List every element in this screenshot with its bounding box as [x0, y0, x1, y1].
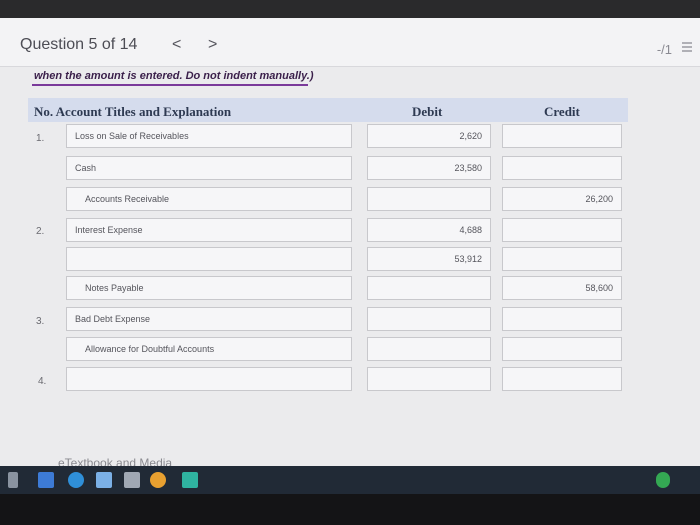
account-input[interactable]: Allowance for Doubtful Accounts: [66, 337, 352, 361]
entry-number: 1.: [36, 133, 45, 144]
debit-input[interactable]: [367, 187, 491, 211]
dropbox-icon[interactable]: [38, 472, 54, 488]
credit-input[interactable]: 26,200: [502, 187, 622, 211]
monitor-top-bezel: [0, 0, 700, 18]
instruction-text: when the amount is entered. Do not inden…: [34, 70, 314, 82]
credit-input[interactable]: [502, 218, 622, 242]
debit-input[interactable]: [367, 337, 491, 361]
account-input[interactable]: Cash: [66, 156, 352, 180]
table-header: No. Account Titles and Explanation Debit…: [28, 98, 628, 122]
debit-input[interactable]: [367, 276, 491, 300]
previous-question-icon[interactable]: <: [172, 36, 181, 54]
entry-number: 3.: [36, 316, 45, 327]
credit-input[interactable]: [502, 156, 622, 180]
debit-input[interactable]: 53,912: [367, 247, 491, 271]
debit-input[interactable]: [367, 367, 491, 391]
taskbar: [0, 466, 700, 494]
store-icon[interactable]: [124, 472, 140, 488]
credit-input[interactable]: [502, 247, 622, 271]
credit-input[interactable]: 58,600: [502, 276, 622, 300]
edge-icon[interactable]: [68, 472, 84, 488]
credit-input[interactable]: [502, 124, 622, 148]
start-icon[interactable]: [8, 472, 18, 488]
account-column-header: No. Account Titles and Explanation: [34, 104, 232, 119]
chrome-icon[interactable]: [150, 472, 166, 488]
credit-input[interactable]: [502, 337, 622, 361]
next-question-icon[interactable]: >: [208, 36, 217, 54]
account-input[interactable]: [66, 367, 352, 391]
monitor-bottom-bezel: [0, 494, 700, 525]
mail-icon[interactable]: [96, 472, 112, 488]
debit-input[interactable]: [367, 307, 491, 331]
credit-input[interactable]: [502, 367, 622, 391]
debit-column-header: Debit: [412, 104, 443, 119]
entry-number: 2.: [36, 226, 45, 237]
debit-input[interactable]: 23,580: [367, 156, 491, 180]
account-input[interactable]: Bad Debt Expense: [66, 307, 352, 331]
debit-input[interactable]: 2,620: [367, 124, 491, 148]
question-header: Question 5 of 14 < > -/1: [0, 18, 700, 67]
screen: Question 5 of 14 < > -/1 when the amount…: [0, 18, 700, 470]
debit-input[interactable]: 4,688: [367, 218, 491, 242]
account-input[interactable]: Interest Expense: [66, 218, 352, 242]
tray-icon[interactable]: [656, 472, 670, 488]
menu-icon[interactable]: [682, 42, 692, 52]
account-input[interactable]: [66, 247, 352, 271]
account-input[interactable]: Loss on Sale of Receivables: [66, 124, 352, 148]
account-input[interactable]: Accounts Receivable: [66, 187, 352, 211]
instruction-underline: [32, 84, 308, 86]
credit-input[interactable]: [502, 307, 622, 331]
account-input[interactable]: Notes Payable: [66, 276, 352, 300]
question-label: Question 5 of 14: [20, 36, 138, 53]
app-icon[interactable]: [182, 472, 198, 488]
score-label: -/1: [656, 42, 672, 57]
credit-column-header: Credit: [544, 104, 580, 119]
entry-number: 4.: [38, 376, 47, 387]
